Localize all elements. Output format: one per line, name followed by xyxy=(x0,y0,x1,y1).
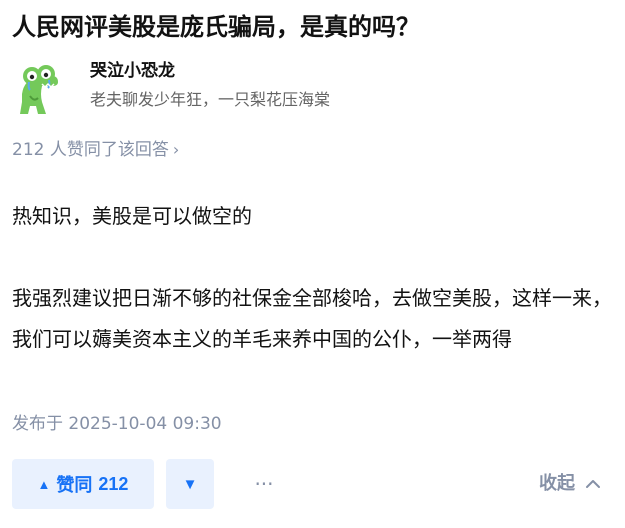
answer-paragraph: 热知识，美股是可以做空的 xyxy=(12,204,252,228)
question-title[interactable]: 人民网评美股是庞氏骗局，是真的吗？ xyxy=(12,8,420,46)
upvote-button[interactable]: ▲ 赞同 212 xyxy=(12,459,154,509)
avatar[interactable] xyxy=(12,58,72,118)
author-name[interactable]: 哭泣小恐龙 xyxy=(90,58,175,84)
answer-paragraph: 我强烈建议把日渐不够的社保金全部梭哈，去做空美股，这样一来，我们可以薅美资本主义… xyxy=(12,286,612,351)
downvote-button[interactable]: ▼ xyxy=(166,459,214,509)
collapse-button[interactable]: 收起 xyxy=(539,466,601,502)
chevron-right-icon: › xyxy=(172,140,180,159)
publish-time[interactable]: 发布于 2025-10-04 09:30 xyxy=(12,410,222,438)
upvote-count: 212 xyxy=(98,473,129,494)
upvote-summary-text: 212 人赞同了该回答 xyxy=(12,140,169,160)
upvote-label: 赞同 xyxy=(56,475,93,495)
author-bio: 老夫聊发少年狂，一只梨花压海棠 xyxy=(90,90,331,109)
triangle-up-icon: ▲ xyxy=(37,476,51,492)
collapse-label: 收起 xyxy=(539,473,575,494)
upvote-summary-link[interactable]: 212 人赞同了该回答 › xyxy=(12,136,179,164)
ellipsis-icon: ··· xyxy=(254,472,274,496)
chevron-up-icon xyxy=(586,480,600,488)
more-button[interactable]: ··· xyxy=(250,466,278,502)
answer-content: 热知识，美股是可以做空的 我强烈建议把日渐不够的社保金全部梭哈，去做空美股，这样… xyxy=(12,196,612,360)
triangle-down-icon: ▼ xyxy=(182,475,198,493)
author-info: 哭泣小恐龙 老夫聊发少年狂，一只梨花压海棠 xyxy=(12,58,612,118)
crocodile-avatar-icon xyxy=(20,65,58,114)
